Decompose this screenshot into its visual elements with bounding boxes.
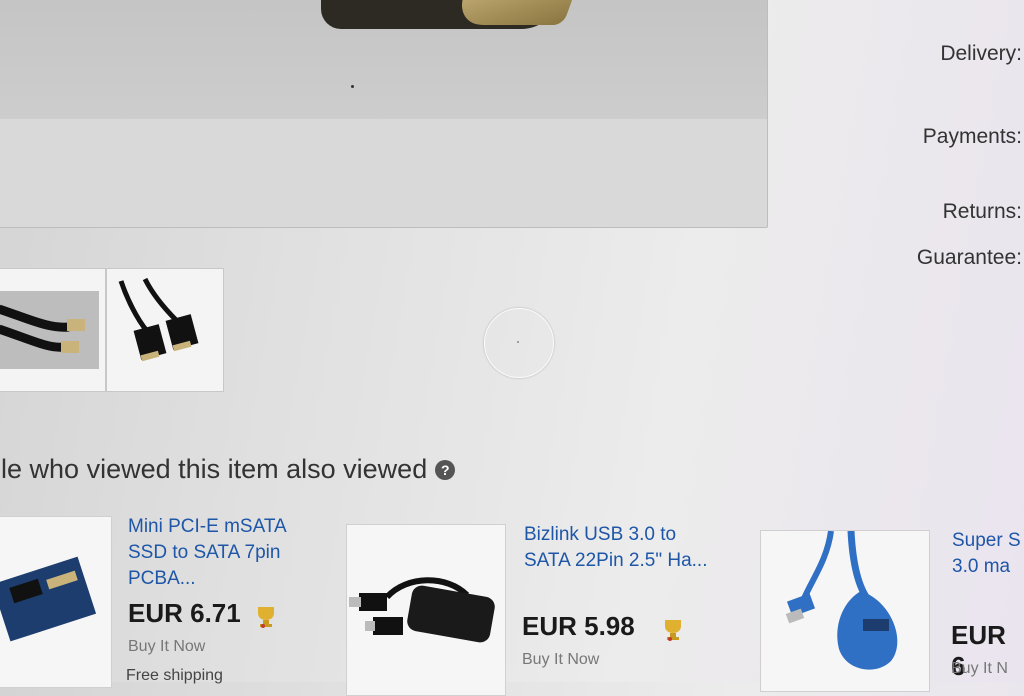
payments-label: Payments: (922, 125, 1022, 148)
main-product-photo (0, 0, 767, 119)
returns-label: Returns: (942, 200, 1022, 223)
delivery-label: Delivery: (940, 42, 1022, 65)
related-item-2-image[interactable] (346, 524, 506, 696)
top-rated-seller-icon (665, 620, 681, 641)
guarantee-label: Guarantee: (916, 246, 1022, 269)
related-item-1-title-line: PCBA... (128, 568, 196, 589)
related-item-1-title-line: Mini PCI-E mSATA (128, 516, 287, 537)
mouse-cursor-ring (484, 308, 554, 378)
related-item-1-title-line: SSD to SATA 7pin (128, 542, 281, 563)
photo-speck (351, 85, 354, 88)
also-viewed-heading-text: ple who viewed this item also viewed (0, 454, 428, 484)
related-item-3-image[interactable] (760, 530, 930, 692)
related-item-3-buy-format: Buy It N (951, 660, 1008, 677)
related-item-2-title-line: SATA 22Pin 2.5" Ha... (524, 550, 708, 571)
related-item-1-price: EUR 6.71 (128, 598, 241, 628)
related-item-2-buy-format: Buy It Now (522, 651, 600, 668)
main-image-viewer[interactable] (0, 0, 768, 228)
displayport-cable-thumbnail-icon (118, 277, 199, 362)
hdmi-cable-thumbnail-icon (0, 291, 99, 369)
top-rated-seller-icon (258, 607, 274, 628)
image-thumbnail-1[interactable] (0, 268, 106, 392)
related-item-2-title-line: Bizlink USB 3.0 to (524, 524, 677, 545)
related-item-1-shipping: Free shipping (126, 667, 223, 684)
usb-extension-dock-icon (785, 531, 898, 670)
usb-sata-cable-icon (349, 577, 495, 643)
mouse-cursor-dot (517, 341, 519, 343)
related-item-3-title-line: Super S (952, 530, 1021, 551)
related-item-1-image[interactable] (0, 516, 112, 688)
related-item-2-title[interactable]: Bizlink USB 3.0 to SATA 22Pin 2.5" Ha... (524, 522, 744, 574)
image-thumbnail-2[interactable] (106, 268, 224, 392)
msata-adapter-icon (0, 556, 97, 642)
related-item-3-title[interactable]: Super S 3.0 ma (952, 528, 1024, 580)
help-icon[interactable]: ? (435, 459, 456, 480)
related-item-3-title-line: 3.0 ma (952, 556, 1011, 577)
related-item-1-buy-format: Buy It Now (128, 638, 206, 655)
cable-connector-gold (452, 0, 580, 25)
related-item-1-title[interactable]: Mini PCI-E mSATA SSD to SATA 7pin PCBA..… (128, 514, 303, 592)
also-viewed-heading: ple who viewed this item also viewed ? (0, 454, 456, 485)
related-item-2-price: EUR 5.98 (522, 611, 635, 641)
